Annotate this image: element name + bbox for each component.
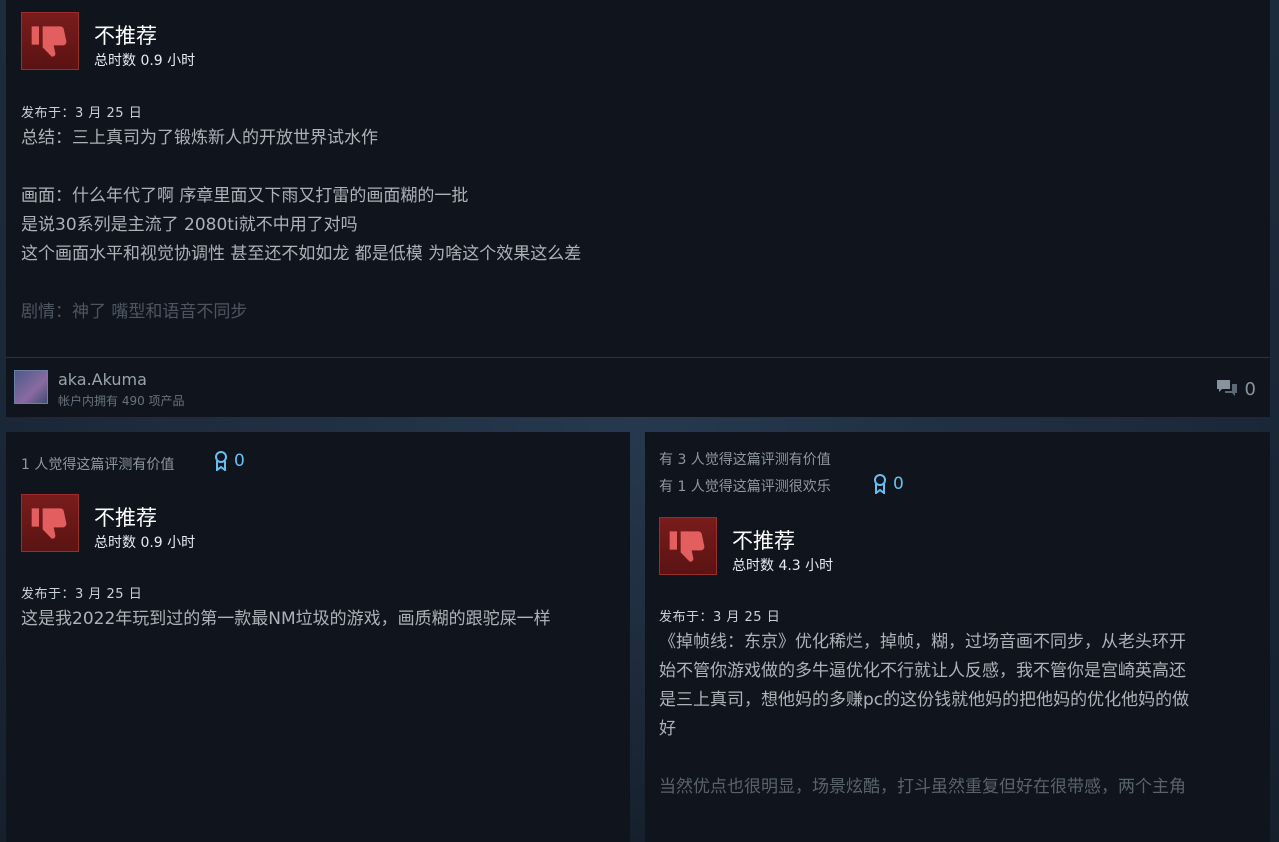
review-line: 总结：三上真司为了锻炼新人的开放世界试水作 <box>21 128 378 148</box>
review-line: 这个画面水平和视觉协调性 甚至还不如如龙 都是低模 为啥这个效果这么差 <box>21 244 582 264</box>
thumbs-down-icon[interactable] <box>21 494 79 552</box>
award-ribbon-icon <box>215 451 227 471</box>
helpful-count: 有 3 人觉得这篇评测有价值 <box>659 452 831 468</box>
review-body: 总结：三上真司为了锻炼新人的开放世界试水作 画面：什么年代了啊 序章里面又下雨又… <box>21 124 581 327</box>
award-button[interactable]: 0 <box>873 474 904 494</box>
review-line-faded: 剧情：神了 嘴型和语音不同步 <box>21 302 248 322</box>
products-owned[interactable]: 帐户内拥有 490 项产品 <box>58 392 185 409</box>
recommendation-title[interactable]: 不推荐 <box>94 20 157 50</box>
thumbs-down-icon[interactable] <box>21 12 79 70</box>
review-line: 这是我2022年玩到过的第一款最NM垃圾的游戏，画质糊的跟驼屎一样 <box>21 609 551 629</box>
review-line: 是三上真司，想他妈的多赚pc的这份钱就他妈的把他妈的优化他妈的做 <box>659 690 1190 710</box>
hours-played: 总时数 4.3 小时 <box>732 558 834 574</box>
review-line: 是说30系列是主流了 2080ti就不中用了对吗 <box>21 215 358 235</box>
review-card: 有 3 人觉得这篇评测有价值 有 1 人觉得这篇评测很欢乐 0 不推荐 总时数 … <box>645 432 1270 842</box>
posted-date: 发布于：3 月 25 日 <box>659 610 781 625</box>
avatar[interactable] <box>14 370 48 404</box>
award-count: 0 <box>893 474 904 494</box>
posted-date: 发布于：3 月 25 日 <box>21 587 143 602</box>
award-button[interactable]: 0 <box>214 451 245 471</box>
hours-played: 总时数 0.9 小时 <box>94 535 196 551</box>
review-line <box>21 269 581 298</box>
review-line <box>21 153 581 182</box>
recommendation-title[interactable]: 不推荐 <box>732 525 795 555</box>
comments-button[interactable]: 0 <box>1215 378 1256 400</box>
review-line: 好 <box>659 719 676 739</box>
comment-count: 0 <box>1244 378 1256 400</box>
review-line <box>659 744 1189 773</box>
posted-date: 发布于：3 月 25 日 <box>21 106 143 121</box>
review-line: 画面：什么年代了啊 序章里面又下雨又打雷的画面糊的一批 <box>21 186 469 206</box>
review-body: 这是我2022年玩到过的第一款最NM垃圾的游戏，画质糊的跟驼屎一样 <box>21 605 551 634</box>
hours-played: 总时数 0.9 小时 <box>94 53 196 69</box>
award-count: 0 <box>234 451 245 471</box>
helpful-count: 1 人觉得这篇评测有价值 <box>21 457 175 473</box>
review-line: 始不管你游戏做的多牛逼优化不行就让人反感，我不管你是宫崎英高还 <box>659 661 1186 681</box>
award-ribbon-icon <box>874 474 886 494</box>
review-body: 《掉帧线：东京》优化稀烂，掉帧，糊，过场音画不同步，从老头环开 始不管你游戏做的… <box>659 628 1189 802</box>
review-card: 不推荐 总时数 0.9 小时 发布于：3 月 25 日 总结：三上真司为了锻炼新… <box>6 0 1270 417</box>
divider <box>6 357 1270 358</box>
author-name[interactable]: aka.Akuma <box>58 370 147 389</box>
thumbs-down-icon[interactable] <box>659 517 717 575</box>
review-line: 《掉帧线：东京》优化稀烂，掉帧，糊，过场音画不同步，从老头环开 <box>659 632 1186 652</box>
review-card: 1 人觉得这篇评测有价值 0 不推荐 总时数 0.9 小时 发布于：3 月 25… <box>6 432 630 842</box>
recommendation-title[interactable]: 不推荐 <box>94 502 157 532</box>
comment-bubble-icon <box>1216 380 1237 396</box>
review-line-faded: 当然优点也很明显，场景炫酷，打斗虽然重复但好在很带感，两个主角 <box>659 777 1186 797</box>
funny-count: 有 1 人觉得这篇评测很欢乐 <box>659 479 831 495</box>
